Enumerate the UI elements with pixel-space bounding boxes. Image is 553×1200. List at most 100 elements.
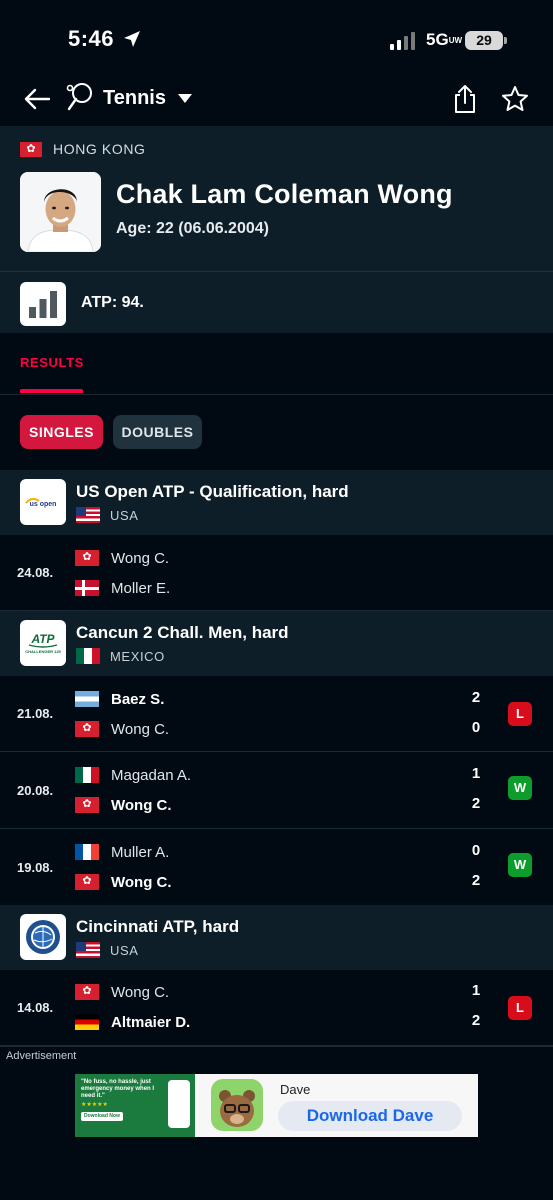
favorite-star-icon[interactable] xyxy=(500,84,530,114)
ad-brand-name: Dave xyxy=(280,1082,311,1097)
match-player-1: Wong C. xyxy=(75,548,169,568)
match-player-2: Altmaier D. xyxy=(75,1012,190,1032)
tournament-name: Cancun 2 Chall. Men, hard xyxy=(76,623,289,642)
score-player-1: 1 xyxy=(471,765,481,782)
match-player-2: Wong C. xyxy=(75,719,169,739)
player-photo xyxy=(20,172,101,252)
player-1-name: Muller A. xyxy=(111,843,170,861)
share-icon[interactable] xyxy=(452,84,478,114)
match-row[interactable]: 24.08. Wong C. Moller E. xyxy=(0,535,553,611)
ranking-chart-icon xyxy=(20,282,66,326)
usa-flag-icon xyxy=(76,942,100,958)
match-player-1: Muller A. xyxy=(75,842,169,862)
tournament-country: USA xyxy=(76,942,139,958)
loss-badge: L xyxy=(508,996,532,1020)
match-row[interactable]: 21.08. Baez S. Wong C. 2 0 L xyxy=(0,676,553,752)
match-date: 19.08. xyxy=(17,860,54,875)
ad-promo-text: "No fuss, no hassle, just emergency mone… xyxy=(81,1079,155,1121)
tournament-name: US Open ATP - Qualification, hard xyxy=(76,482,349,501)
player-1-name: Baez S. xyxy=(111,690,165,708)
advertisement-label: Advertisement xyxy=(6,1050,77,1062)
score-player-2: 2 xyxy=(471,1012,481,1029)
hong-kong-flag-icon xyxy=(75,984,99,1000)
location-arrow-icon xyxy=(124,31,140,47)
us-open-logo-text: us open xyxy=(30,501,57,508)
phone-mockup-icon xyxy=(168,1080,190,1128)
match-date: 20.08. xyxy=(17,783,54,798)
player-2-name: Altmaier D. xyxy=(111,1013,191,1031)
hong-kong-flag-icon xyxy=(75,874,99,890)
status-time: 5:46 xyxy=(68,26,115,51)
player-2-name: Wong C. xyxy=(111,720,170,738)
player-2-name: Moller E. xyxy=(111,579,171,597)
france-flag-icon xyxy=(75,844,99,860)
battery-tip xyxy=(504,37,507,44)
chevron-down-icon[interactable] xyxy=(177,92,193,104)
ad-banner[interactable]: "No fuss, no hassle, just emergency mone… xyxy=(75,1074,478,1137)
results-tab-bar: RESULTS xyxy=(0,333,553,395)
tournament-country-name: MEXICO xyxy=(110,648,165,664)
battery-indicator: 29 xyxy=(465,31,503,50)
loss-badge: L xyxy=(508,702,532,726)
match-date: 24.08. xyxy=(17,565,54,580)
match-player-2: Wong C. xyxy=(75,795,172,815)
germany-flag-icon xyxy=(75,1014,99,1030)
match-row[interactable]: 19.08. Muller A. Wong C. 0 2 W xyxy=(0,830,553,906)
mexico-flag-icon xyxy=(75,767,99,783)
player-portrait-image xyxy=(20,172,101,252)
hong-kong-flag-icon xyxy=(75,797,99,813)
tournament-country-name: USA xyxy=(110,507,139,523)
filter-row: SINGLES DOUBLES xyxy=(0,396,553,470)
argentina-flag-icon xyxy=(75,691,99,707)
active-tab-indicator xyxy=(20,389,83,393)
challenger-logo-text: CHALLENGER 125 xyxy=(25,649,61,654)
match-date: 14.08. xyxy=(17,1000,54,1015)
player-header: HONG KONG Chak Lam Coleman Wong Age: 22 … xyxy=(0,126,553,333)
score-player-2: 2 xyxy=(471,872,481,889)
tournament-header[interactable]: ATP CHALLENGER 125 Cancun 2 Chall. Men, … xyxy=(0,611,553,676)
sport-selector-label[interactable]: Tennis xyxy=(103,87,166,110)
win-badge: W xyxy=(508,776,532,800)
network-type: 5GUW xyxy=(426,30,463,49)
match-row[interactable]: 20.08. Magadan A. Wong C. 1 2 W xyxy=(0,753,553,829)
cincinnati-logo-icon xyxy=(20,914,66,960)
usa-flag-icon xyxy=(76,507,100,523)
hong-kong-flag-icon xyxy=(75,550,99,566)
tournament-header[interactable]: Cincinnati ATP, hard USA xyxy=(0,905,553,970)
hong-kong-flag-icon xyxy=(20,140,42,158)
status-bar: 5:46 5GUW 29 xyxy=(0,0,553,78)
singles-filter-button[interactable]: SINGLES xyxy=(20,415,103,449)
doubles-filter-button[interactable]: DOUBLES xyxy=(113,415,202,449)
tab-results[interactable]: RESULTS xyxy=(20,355,84,370)
score-player-1: 1 xyxy=(471,982,481,999)
tennis-racket-icon xyxy=(66,83,92,111)
tournament-name: Cincinnati ATP, hard xyxy=(76,917,240,936)
match-player-2: Moller E. xyxy=(75,578,170,598)
atp-logo-text: ATP xyxy=(30,632,55,646)
match-row[interactable]: 14.08. Wong C. Altmaier D. 1 2 L xyxy=(0,970,553,1046)
win-badge: W xyxy=(508,853,532,877)
top-nav: Tennis xyxy=(0,78,553,126)
player-2-name: Wong C. xyxy=(111,873,172,891)
score-player-1: 2 xyxy=(471,689,481,706)
atp-challenger-logo-icon: ATP CHALLENGER 125 xyxy=(20,620,66,666)
header-divider xyxy=(0,271,553,272)
match-player-1: Magadan A. xyxy=(75,765,191,785)
player-2-name: Wong C. xyxy=(111,796,172,814)
download-dave-button[interactable]: Download Dave xyxy=(278,1101,462,1131)
dave-bear-app-icon xyxy=(211,1079,263,1131)
match-player-2: Wong C. xyxy=(75,872,172,892)
score-player-2: 0 xyxy=(471,719,481,736)
atp-ranking: ATP: 94. xyxy=(81,294,144,311)
country-name: HONG KONG xyxy=(53,141,146,157)
player-age: Age: 22 (06.06.2004) xyxy=(116,220,269,237)
player-1-name: Wong C. xyxy=(111,983,170,1001)
us-open-logo-icon: us open xyxy=(20,479,66,525)
mexico-flag-icon xyxy=(76,648,100,664)
denmark-flag-icon xyxy=(75,580,99,596)
match-date: 21.08. xyxy=(17,706,54,721)
match-player-1: Wong C. xyxy=(75,982,169,1002)
tournament-header[interactable]: us open US Open ATP - Qualification, har… xyxy=(0,470,553,535)
back-arrow-icon[interactable] xyxy=(22,84,52,114)
match-player-1: Baez S. xyxy=(75,689,164,709)
